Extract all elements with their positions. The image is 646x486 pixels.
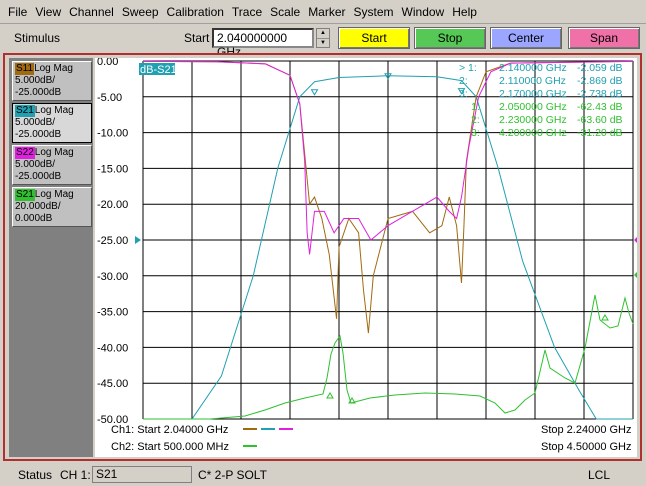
marker-freq: 2.170000 GHz [499,88,567,100]
status-channel: CH 1: [60,468,91,482]
trace-name: S21 [15,189,35,201]
y-tick-label: -25.00 [97,235,128,247]
trace-scale: 5.000dB/ [15,159,56,170]
y-tick-label: -5.00 [97,92,122,104]
reference-arrow-right [634,237,637,243]
trace-name: S11 [15,63,35,75]
span-button[interactable]: Span [568,27,640,49]
trace-format: Log Mag [34,105,74,116]
marker-id: 1: [471,101,480,113]
marker-id: 2: [471,114,480,126]
trace-label: dB-S21 [140,64,177,76]
marker-freq: 2.230000 GHz [499,114,567,126]
trace-scale: 20.000dB/ [15,201,61,212]
menu-sweep[interactable]: Sweep [118,3,163,21]
trace-box-s21-3[interactable]: S21Log Mag 20.000dB/0.000dB [12,187,92,227]
marker-value: -63.60 dB [577,114,623,126]
trace-panel: S11Log Mag 5.000dB/-25.000dB S21Log Mag 5.0… [9,58,93,457]
trace-ref: 0.000dB [15,213,53,224]
trace-format: Log Mag [34,63,73,74]
sparameter-plot[interactable]: 0.00 -5.00 -10.00 -15.00 -20.00 -25.00 -30.00 -… [95,58,637,457]
reference-arrow-right [634,272,637,278]
stop-button[interactable]: Stop [414,27,486,49]
y-tick-label: 0.00 [97,58,118,68]
trace-ref: -25.000dB [15,87,62,98]
status-label: Status [18,468,53,482]
trace-format: Log Mag [34,147,74,158]
measurement-window: S11Log Mag 5.000dB/-25.000dB S21Log Mag 5.0… [3,53,642,461]
center-button[interactable]: Center [490,27,562,49]
start-label: Start [184,31,210,45]
status-param-field: S21 [92,466,192,483]
spin-down-icon[interactable]: ▼ [317,39,329,48]
menu-trace[interactable]: Trace [228,3,266,21]
trace-ref: -25.000dB [15,171,62,182]
trace-ref: -25.000dB [15,129,62,140]
marker-freq: 4.200000 GHz [499,127,567,139]
marker-freq: 2.110000 GHz [499,75,566,87]
menu-calibration[interactable]: Calibration [163,3,228,21]
stimulus-toolbar: Stimulus Start 2.040000000 GHz ▲ ▼ Start… [0,24,646,59]
marker-freq: 2.050000 GHz [499,101,567,113]
marker-value: -2.869 dB [577,75,623,87]
trace-box-s21-1[interactable]: S21Log Mag 5.000dB/-25.000dB [12,103,92,143]
plot-area[interactable]: 0.00 -5.00 -10.00 -15.00 -20.00 -25.00 -30.00 -… [95,58,637,457]
y-tick-label: -20.00 [97,199,128,211]
stimulus-label: Stimulus [14,31,61,45]
menu-window[interactable]: Window [398,3,449,21]
trace-scale: 5.000dB/ [15,117,56,128]
marker-freq: 2.140000 GHz [499,62,567,74]
ch1-stop-label: Stop 2.24000 GHz [541,424,632,436]
menu-scale[interactable]: Scale [266,3,304,21]
trace-box-s11-0[interactable]: S11Log Mag 5.000dB/-25.000dB [12,61,92,101]
start-frequency-input[interactable]: 2.040000000 GHz [212,28,314,59]
marker-value: -2.738 dB [577,88,623,100]
marker-id: 3: [471,127,480,139]
marker-triangle [310,89,319,96]
marker-value: -31.20 dB [577,127,623,139]
marker-triangle [326,392,334,399]
y-tick-label: -15.00 [97,163,128,175]
start-frequency-spinner[interactable]: ▲ ▼ [316,28,330,48]
menu-file[interactable]: File [4,3,31,21]
y-tick-label: -30.00 [97,271,128,283]
marker-triangle [601,314,609,321]
status-bar: Status CH 1: S21 C* 2-P SOLT LCL [0,464,646,486]
spin-up-icon[interactable]: ▲ [317,29,329,39]
trace-format: Log Mag [34,189,74,200]
y-tick-label: -10.00 [97,128,128,140]
marker-value: -62.43 dB [577,101,623,113]
menu-system[interactable]: System [350,3,398,21]
menu-bar: File View Channel Sweep Calibration Trace Scal… [0,0,646,24]
marker-value: -2.059 dB [577,62,623,74]
trace-name: S22 [15,147,35,159]
trace-scale: 5.000dB/ [15,75,56,86]
y-tick-label: -40.00 [97,342,128,354]
marker-id: 3: [459,88,468,100]
reference-arrow-left [135,236,141,244]
status-mode: LCL [588,468,611,482]
marker-id: > 1: [459,62,477,74]
status-calibration: C* 2-P SOLT [198,468,267,482]
y-tick-label: -35.00 [97,307,128,319]
ch2-stop-label: Stop 4.50000 GHz [541,441,632,453]
menu-channel[interactable]: Channel [65,3,118,21]
y-tick-label: -45.00 [97,378,128,390]
start-button[interactable]: Start [338,27,410,49]
ch1-start-label: Ch1: Start 2.04000 GHz [111,424,228,436]
menu-marker[interactable]: Marker [304,3,349,21]
menu-view[interactable]: View [31,3,65,21]
marker-id: 2: [459,75,468,87]
trace-name: S21 [15,105,35,117]
ch2-start-label: Ch2: Start 500.000 MHz [111,441,229,453]
menu-help[interactable]: Help [448,3,481,21]
trace-box-s22-2[interactable]: S22Log Mag 5.000dB/-25.000dB [12,145,92,185]
